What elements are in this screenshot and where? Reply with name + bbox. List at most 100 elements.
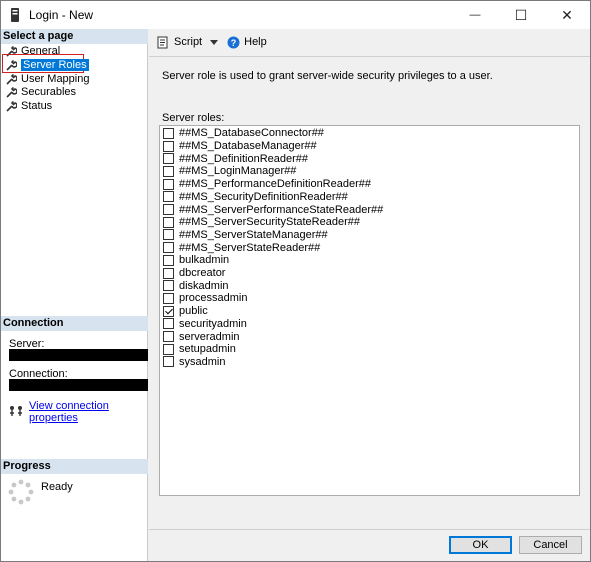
progress-spinner-icon: [8, 479, 34, 505]
wrench-icon: [5, 100, 17, 112]
window-title: Login - New: [29, 8, 94, 22]
bottom-divider: [149, 529, 590, 530]
role-checkbox[interactable]: [163, 242, 174, 254]
role-checkbox[interactable]: [163, 292, 174, 304]
script-button[interactable]: Script: [156, 35, 219, 49]
role-label: ##MS_ServerPerformanceStateReader##: [179, 203, 384, 216]
role-row[interactable]: setupadmin: [163, 343, 236, 356]
role-checkbox[interactable]: [163, 140, 174, 152]
role-row[interactable]: diskadmin: [163, 279, 229, 292]
role-row[interactable]: processadmin: [163, 292, 247, 305]
wrench-icon: [5, 86, 17, 98]
role-label: serveradmin: [179, 330, 240, 343]
role-checkbox[interactable]: [163, 254, 174, 266]
login-new-dialog: Login - New — ☐ ✕ Select a page General …: [0, 0, 591, 562]
role-checkbox[interactable]: [163, 343, 174, 355]
progress-header: Progress: [1, 459, 148, 474]
ok-button[interactable]: OK: [449, 536, 512, 554]
help-label: Help: [244, 36, 267, 48]
role-checkbox[interactable]: [163, 280, 174, 292]
role-label: ##MS_DatabaseConnector##: [179, 127, 324, 140]
connection-value-redacted: [9, 379, 148, 391]
role-checkbox[interactable]: [163, 356, 174, 368]
role-row[interactable]: ##MS_ServerStateReader##: [163, 241, 320, 254]
role-checkbox[interactable]: [163, 318, 174, 330]
role-checkbox[interactable]: [163, 165, 174, 177]
cancel-button[interactable]: Cancel: [519, 536, 582, 554]
role-label: sysadmin: [179, 355, 226, 368]
page-item-user-mapping[interactable]: User Mapping: [5, 72, 89, 86]
role-checkbox[interactable]: [163, 178, 174, 190]
role-label: processadmin: [179, 292, 248, 305]
script-label: Script: [174, 36, 203, 48]
role-checkbox[interactable]: [163, 267, 174, 279]
role-label: diskadmin: [179, 279, 229, 292]
role-row[interactable]: sysadmin: [163, 356, 225, 369]
view-connection-properties[interactable]: View connection properties: [9, 400, 147, 424]
wrench-icon: [5, 59, 17, 71]
role-checkbox[interactable]: [163, 331, 174, 343]
role-row[interactable]: ##MS_DatabaseManager##: [163, 140, 317, 153]
role-row[interactable]: securityadmin: [163, 318, 247, 331]
left-panel: Select a page General Server Roles User …: [1, 29, 148, 561]
help-icon: ?: [226, 35, 240, 49]
page-item-server-roles[interactable]: Server Roles: [5, 58, 89, 72]
main-panel: Script ? Help Server role is used to gra…: [149, 29, 590, 529]
role-label: ##MS_LoginManager##: [179, 165, 297, 178]
role-label: ##MS_DefinitionReader##: [179, 152, 309, 165]
role-row[interactable]: bulkadmin: [163, 254, 229, 267]
page-item-label: User Mapping: [21, 73, 90, 85]
toolbar-divider: [149, 56, 590, 57]
role-checkbox[interactable]: [163, 204, 174, 216]
server-value-redacted: [9, 349, 148, 361]
role-label: setupadmin: [179, 343, 236, 356]
role-label: ##MS_ServerStateReader##: [179, 241, 321, 254]
role-checkbox[interactable]: [163, 216, 174, 228]
page-item-label: Status: [21, 100, 53, 112]
select-page-header: Select a page: [1, 29, 148, 44]
toolbar: Script ? Help: [149, 29, 590, 55]
page-item-label: Securables: [21, 86, 77, 98]
page-item-status[interactable]: Status: [5, 99, 52, 113]
role-row[interactable]: ##MS_SecurityDefinitionReader##: [163, 191, 348, 204]
role-checkbox[interactable]: [163, 305, 174, 317]
maximize-button[interactable]: ☐: [498, 1, 544, 29]
role-row[interactable]: public: [163, 305, 208, 318]
chevron-down-icon[interactable]: [210, 36, 219, 48]
role-label: bulkadmin: [179, 254, 230, 267]
role-row[interactable]: ##MS_DatabaseConnector##: [163, 127, 324, 140]
role-label: ##MS_SecurityDefinitionReader##: [179, 190, 348, 203]
role-row[interactable]: ##MS_LoginManager##: [163, 165, 296, 178]
server-roles-label: Server roles:: [162, 112, 225, 124]
role-checkbox[interactable]: [163, 229, 174, 241]
role-row[interactable]: ##MS_ServerSecurityStateReader##: [163, 216, 360, 229]
help-button[interactable]: ? Help: [226, 35, 267, 49]
connection-header: Connection: [1, 316, 148, 331]
title-bar[interactable]: Login - New — ☐ ✕: [1, 1, 590, 29]
script-icon: [156, 35, 170, 49]
server-roles-list[interactable]: ##MS_DatabaseConnector## ##MS_DatabaseMan…: [159, 125, 580, 496]
role-label: securityadmin: [179, 317, 247, 330]
role-checkbox[interactable]: [163, 127, 174, 139]
close-button[interactable]: ✕: [544, 1, 590, 29]
role-row[interactable]: ##MS_PerformanceDefinitionReader##: [163, 178, 371, 191]
role-row[interactable]: ##MS_DefinitionReader##: [163, 152, 308, 165]
svg-text:?: ?: [230, 38, 236, 48]
page-description: Server role is used to grant server-wide…: [162, 70, 493, 82]
wrench-icon: [5, 73, 17, 85]
progress-status: Ready: [41, 481, 73, 493]
role-label: ##MS_DatabaseManager##: [179, 140, 317, 153]
role-row[interactable]: ##MS_ServerStateManager##: [163, 229, 328, 242]
view-connection-properties-link[interactable]: View connection properties: [29, 400, 147, 424]
app-icon: [7, 7, 23, 23]
role-checkbox[interactable]: [163, 191, 174, 203]
role-row[interactable]: ##MS_ServerPerformanceStateReader##: [163, 203, 383, 216]
role-checkbox[interactable]: [163, 153, 174, 165]
role-row[interactable]: serveradmin: [163, 330, 240, 343]
minimize-button[interactable]: —: [452, 1, 498, 29]
role-label: ##MS_PerformanceDefinitionReader##: [179, 178, 371, 191]
page-item-label: Server Roles: [21, 59, 89, 71]
role-label: ##MS_ServerStateManager##: [179, 228, 328, 241]
role-row[interactable]: dbcreator: [163, 267, 225, 280]
page-item-securables[interactable]: Securables: [5, 85, 76, 99]
